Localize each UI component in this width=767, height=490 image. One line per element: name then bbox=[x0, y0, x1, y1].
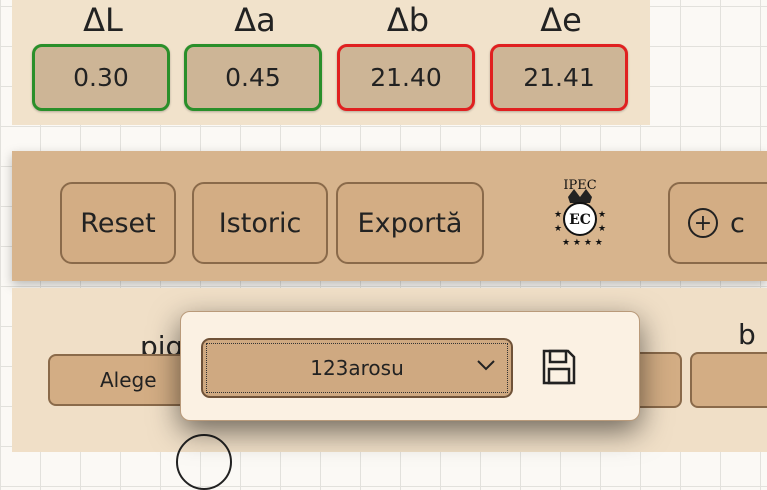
delta-value-box: 0.30 bbox=[32, 44, 170, 111]
add-button[interactable]: + c bbox=[668, 182, 767, 264]
delta-label: Δe bbox=[540, 1, 582, 39]
floppy-disk-icon[interactable] bbox=[541, 348, 577, 386]
delta-value-box: 21.40 bbox=[337, 44, 475, 111]
delta-label: Δb bbox=[386, 1, 430, 39]
b-label: b bbox=[738, 318, 756, 351]
svg-text:★: ★ bbox=[554, 210, 562, 220]
svg-text:★: ★ bbox=[598, 210, 606, 220]
delta-value-box: 0.45 bbox=[184, 44, 322, 111]
svg-text:★: ★ bbox=[554, 224, 562, 234]
delta-label: Δa bbox=[234, 1, 276, 39]
preset-select-inner: 123arosu bbox=[206, 343, 508, 393]
delta-label: ΔL bbox=[83, 1, 123, 39]
add-button-label: c bbox=[730, 207, 745, 239]
reset-button[interactable]: Reset bbox=[60, 182, 176, 264]
delta-value-box: 21.41 bbox=[490, 44, 628, 111]
preset-popup: 123arosu bbox=[180, 311, 640, 421]
svg-text:★ ★ ★ ★: ★ ★ ★ ★ bbox=[562, 238, 603, 248]
logo-text: IPEC bbox=[563, 178, 596, 193]
preset-select[interactable]: 123arosu bbox=[201, 338, 513, 398]
ipec-logo: IPEC EC ★ ★ ★ ★ ★ ★ ★ ★ bbox=[554, 178, 606, 248]
circle-button[interactable] bbox=[176, 434, 232, 490]
chevron-down-icon bbox=[477, 360, 495, 371]
toolbar: Reset Istoric Exportă IPEC EC ★ ★ ★ ★ ★ … bbox=[12, 151, 767, 281]
svg-text:★: ★ bbox=[598, 224, 606, 234]
preset-selected-value: 123arosu bbox=[310, 356, 404, 380]
b-field-button[interactable] bbox=[690, 352, 767, 408]
plus-circle-icon: + bbox=[688, 208, 718, 238]
istoric-button[interactable]: Istoric bbox=[192, 182, 328, 264]
export-button[interactable]: Exportă bbox=[336, 182, 484, 264]
delta-panel: ΔL 0.30 Δa 0.45 Δb 21.40 Δe 21.41 bbox=[12, 0, 650, 125]
svg-text:EC: EC bbox=[569, 212, 591, 228]
